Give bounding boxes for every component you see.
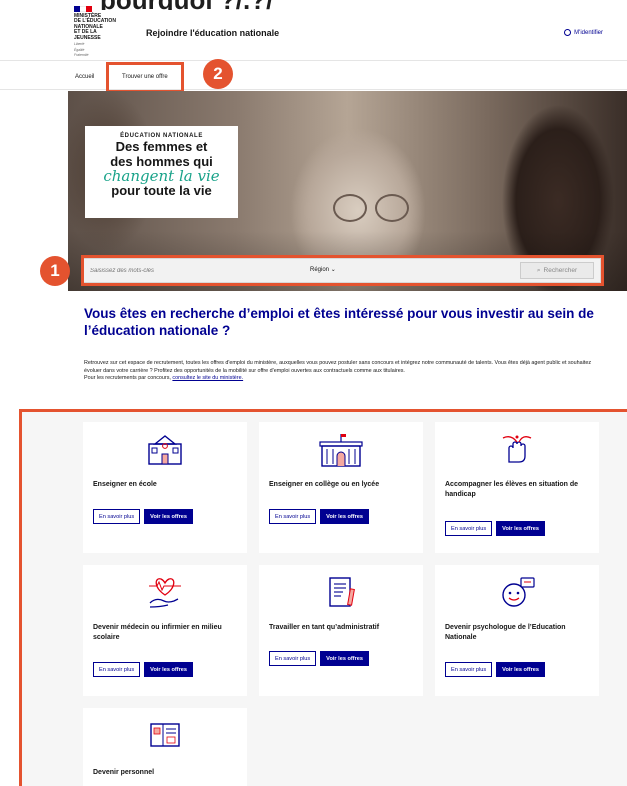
ministry-site-link[interactable]: consultez le site du ministère.: [172, 375, 243, 381]
presentation-board-icon: [150, 723, 180, 747]
annotation-badge-2: 2: [203, 59, 233, 89]
annotation-highlight-search: [81, 255, 604, 286]
health-heart-icon: [149, 578, 181, 608]
view-offers-button[interactable]: Voir les offres: [496, 521, 546, 536]
job-card-title[interactable]: Devenir psychologue de l’Education Natio…: [445, 623, 595, 643]
site-header: Ministère de l'Éducation nationale et de…: [68, 0, 627, 58]
job-card-title[interactable]: Accompagner les élèves en situation de h…: [445, 480, 595, 500]
learn-more-button[interactable]: En savoir plus: [269, 509, 317, 524]
hero-line-1: Des femmes et: [115, 139, 208, 154]
nav-item-home[interactable]: Accueil: [75, 74, 94, 80]
learn-more-button[interactable]: En savoir plus: [445, 521, 493, 536]
hero-photo-glasses: [333, 194, 413, 224]
user-icon: [564, 29, 572, 36]
job-cards-section: Enseigner en école En savoir plus Voir l…: [19, 409, 627, 786]
support-hand-icon: [502, 435, 532, 463]
intro-paragraph-2: Pour les recrutements par concours, cons…: [84, 375, 606, 383]
motto-line: Liberté: [74, 42, 85, 47]
school-building-icon: [148, 435, 182, 465]
intro-paragraph-1: Retrouvez sur cet espace de recrutement,…: [84, 360, 592, 374]
learn-more-button[interactable]: En savoir plus: [269, 651, 317, 666]
learn-more-button[interactable]: En savoir plus: [93, 662, 141, 677]
job-card: Travailler en tant qu’administratif En s…: [259, 565, 423, 696]
view-offers-button[interactable]: Voir les offres: [496, 662, 546, 677]
job-card-title[interactable]: Enseigner en école: [93, 480, 243, 490]
document-pen-icon: [329, 577, 355, 607]
annotation-highlight-nav: [106, 62, 184, 93]
view-offers-button[interactable]: Voir les offres: [144, 509, 194, 524]
hero-script: changent la vie: [103, 167, 220, 185]
ministry-line: et de la Jeunesse: [74, 29, 101, 41]
job-card: Devenir médecin ou infirmier en milieu s…: [83, 565, 247, 696]
intro-paragraph-2-prefix: Pour les recrutements par concours,: [84, 375, 171, 382]
job-card: Enseigner en collège ou en lycée En savo…: [259, 422, 423, 553]
hero-line-4: pour toute la vie: [111, 183, 212, 198]
job-card: Accompagner les élèves en situation de h…: [435, 422, 599, 553]
job-card-title[interactable]: Travailler en tant qu’administratif: [269, 623, 419, 633]
login-label: M'identifier: [574, 29, 603, 36]
view-offers-button[interactable]: Voir les offres: [320, 509, 370, 524]
intro-text: Retrouvez sur cet espace de recrutement,…: [84, 360, 606, 383]
hero-slogan-card: ÉDUCATION NATIONALE Des femmes et des ho…: [85, 126, 238, 218]
motto-line: Égalité: [74, 47, 85, 52]
motto-line: Fraternité: [74, 53, 89, 58]
ministry-logo[interactable]: Ministère de l'Éducation nationale et de…: [74, 6, 122, 58]
annotation-badge-1: 1: [40, 256, 70, 286]
site-title[interactable]: Rejoindre l'éducation nationale: [146, 28, 279, 38]
job-card-title[interactable]: Devenir personnel: [93, 768, 243, 778]
learn-more-button[interactable]: En savoir plus: [445, 662, 493, 677]
main-nav: Accueil Trouver une offre: [0, 60, 627, 90]
intro-title: Vous êtes en recherche d’emploi et êtes …: [84, 306, 594, 338]
job-card-title[interactable]: Enseigner en collège ou en lycée: [269, 480, 419, 490]
job-card-title[interactable]: Devenir médecin ou infirmier en milieu s…: [93, 623, 243, 643]
view-offers-button[interactable]: Voir les offres: [320, 651, 370, 666]
job-card: Devenir personnel: [83, 708, 247, 786]
view-offers-button[interactable]: Voir les offres: [144, 662, 194, 677]
login-button[interactable]: M'identifier: [564, 29, 603, 36]
french-flag-icon: [74, 6, 92, 12]
job-card: Enseigner en école En savoir plus Voir l…: [83, 422, 247, 553]
learn-more-button[interactable]: En savoir plus: [93, 509, 141, 524]
speech-bubbles-icon: [502, 577, 535, 607]
high-school-building-icon: [319, 434, 363, 467]
job-card: Devenir psychologue de l’Education Natio…: [435, 565, 599, 696]
